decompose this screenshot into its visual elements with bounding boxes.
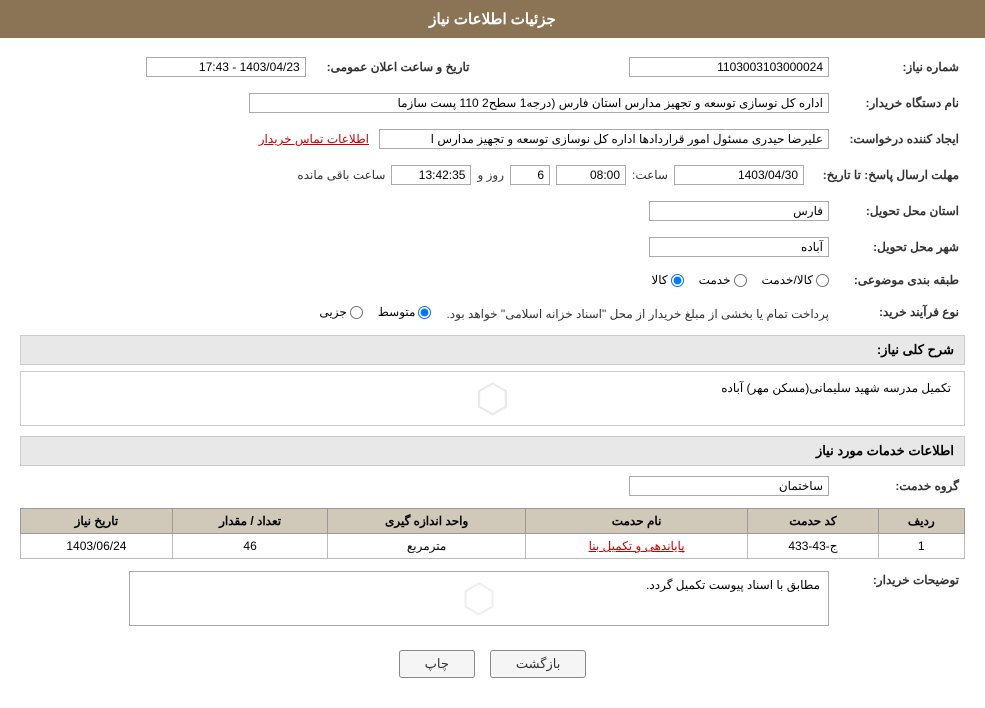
back-button[interactable]: بازگشت [490, 650, 586, 678]
info-table-row6: شهر محل تحویل: آباده [20, 233, 965, 261]
service-group-value: ساختمان [20, 472, 835, 500]
main-content: شماره نیاز: 1103003103000024 تاریخ و ساع… [0, 38, 985, 708]
radio-jozei-label: جزیی [319, 305, 346, 319]
info-table-row8: نوع فرآیند خرید: پرداخت تمام یا بخشی از … [20, 299, 965, 325]
province-label: استان محل تحویل: [835, 197, 965, 225]
row-number: 1 [878, 534, 964, 559]
buyer-notes-container: ⬡ مطابق با اسناد پیوست تکمیل گردد. [129, 571, 829, 626]
requester-display: علیرضا حیدری مسئول امور قراردادها اداره … [379, 129, 829, 149]
time-label: ساعت: [632, 168, 668, 182]
services-table: ردیف کد حدمت نام حدمت واحد اندازه گیری ت… [20, 508, 965, 559]
info-table-row2: نام دستگاه خریدار: اداره کل نوسازی توسعه… [20, 89, 965, 117]
page-header: جزئیات اطلاعات نیاز [0, 0, 985, 38]
watermark2: ⬡ [462, 576, 497, 622]
contact-link[interactable]: اطلاعات تماس خریدار [259, 132, 369, 146]
info-table-row7: طبقه بندی موضوعی: کالا/خدمت خدمت کالا [20, 269, 965, 291]
row-unit: مترمربع [328, 534, 525, 559]
print-button[interactable]: چاپ [399, 650, 475, 678]
need-number-label: شماره نیاز: [835, 53, 965, 81]
province-value: فارس [20, 197, 835, 225]
radio-kala-khidmat-label: کالا/خدمت [762, 273, 813, 287]
row-code: ج-43-433 [748, 534, 878, 559]
buyer-notes-table: توضیحات خریدار: ⬡ مطابق با اسناد پیوست ت… [20, 567, 965, 630]
radio-kala-khidmat[interactable]: کالا/خدمت [762, 273, 829, 287]
services-section-title: اطلاعات خدمات مورد نیاز [20, 436, 965, 466]
category-label: طبقه بندی موضوعی: [835, 269, 965, 291]
radio-khidmat[interactable]: خدمت [699, 273, 747, 287]
info-table-row1: شماره نیاز: 1103003103000024 تاریخ و ساع… [20, 53, 965, 81]
city-value: آباده [20, 233, 835, 261]
service-name-link[interactable]: پایاندهی و تکمیل بنا [589, 539, 685, 553]
purchase-type-values: پرداخت تمام یا بخشی از مبلغ خریدار از مح… [20, 299, 835, 325]
radio-khidmat-label: خدمت [699, 273, 731, 287]
row-service-name: پایاندهی و تکمیل بنا [525, 534, 748, 559]
announcement-date-label: تاریخ و ساعت اعلان عمومی: [312, 53, 476, 81]
button-row: بازگشت چاپ [20, 650, 965, 678]
remaining-label: ساعت باقی مانده [297, 168, 385, 182]
col-header-date: تاریخ نیاز [21, 509, 173, 534]
countdown-display: 13:42:35 [391, 165, 471, 185]
requester-value: علیرضا حیدری مسئول امور قراردادها اداره … [20, 125, 835, 153]
reply-time-display: 08:00 [556, 165, 626, 185]
radio-mutavasset[interactable]: متوسط [378, 305, 432, 319]
reply-deadline-label: مهلت ارسال پاسخ: تا تاریخ: [810, 161, 965, 189]
general-desc-value: تکمیل مدرسه شهید سلیمانی(مسکن مهر) آباده [29, 376, 956, 400]
general-desc-label: شرح کلی نیاز: [877, 342, 954, 357]
province-display: فارس [649, 201, 829, 221]
buyer-notes-label: توضیحات خریدار: [835, 567, 965, 630]
col-header-unit: واحد اندازه گیری [328, 509, 525, 534]
info-table-row3: ایجاد کننده درخواست: علیرضا حیدری مسئول … [20, 125, 965, 153]
row-quantity: 46 [172, 534, 328, 559]
city-label: شهر محل تحویل: [835, 233, 965, 261]
radio-mutavasset-label: متوسط [378, 305, 416, 319]
city-display: آباده [649, 237, 829, 257]
service-group-table: گروه خدمت: ساختمان [20, 472, 965, 500]
announcement-date-display: 1403/04/23 - 17:43 [146, 57, 306, 77]
radio-kala[interactable]: کالا [651, 273, 683, 287]
col-header-qty: تعداد / مقدار [172, 509, 328, 534]
general-desc-container: ⬡ تکمیل مدرسه شهید سلیمانی(مسکن مهر) آبا… [20, 371, 965, 426]
purchase-type-label: نوع فرآیند خرید: [835, 299, 965, 325]
need-number-display: 1103003103000024 [629, 57, 829, 77]
service-group-label: گروه خدمت: [835, 472, 965, 500]
buyer-org-value: اداره کل نوسازی توسعه و تجهیز مدارس استا… [20, 89, 835, 117]
purchase-notice: پرداخت تمام یا بخشی از مبلغ خریدار از مح… [446, 307, 829, 321]
buyer-notes-value: ⬡ مطابق با اسناد پیوست تکمیل گردد. [20, 567, 835, 630]
info-table-row5: استان محل تحویل: فارس [20, 197, 965, 225]
table-row: 1 ج-43-433 پایاندهی و تکمیل بنا مترمربع … [21, 534, 965, 559]
day-label: روز و [477, 168, 504, 182]
buyer-org-label: نام دستگاه خریدار: [835, 89, 965, 117]
reply-deadline-values: 1403/04/30 ساعت: 08:00 6 روز و 13:42:35 … [20, 161, 810, 189]
service-group-display: ساختمان [629, 476, 829, 496]
buyer-org-display: اداره کل نوسازی توسعه و تجهیز مدارس استا… [249, 93, 829, 113]
col-header-name: نام حدمت [525, 509, 748, 534]
col-header-code: کد حدمت [748, 509, 878, 534]
requester-label: ایجاد کننده درخواست: [835, 125, 965, 153]
announcement-date-value: 1403/04/23 - 17:43 [20, 53, 312, 81]
category-radios: کالا/خدمت خدمت کالا [20, 269, 835, 291]
radio-kala-label: کالا [651, 273, 667, 287]
col-header-row: ردیف [878, 509, 964, 534]
reply-date-display: 1403/04/30 [674, 165, 804, 185]
reply-day-display: 6 [510, 165, 550, 185]
radio-jozei[interactable]: جزیی [319, 305, 362, 319]
need-number-value: 1103003103000024 [476, 53, 835, 81]
page-wrapper: جزئیات اطلاعات نیاز شماره نیاز: 11030031… [0, 0, 985, 708]
row-date: 1403/06/24 [21, 534, 173, 559]
general-desc-section-title: شرح کلی نیاز: [20, 335, 965, 365]
info-table-row4: مهلت ارسال پاسخ: تا تاریخ: 1403/04/30 سا… [20, 161, 965, 189]
buyer-notes-text: مطابق با اسناد پیوست تکمیل گردد. [646, 578, 820, 592]
page-title: جزئیات اطلاعات نیاز [429, 11, 556, 28]
